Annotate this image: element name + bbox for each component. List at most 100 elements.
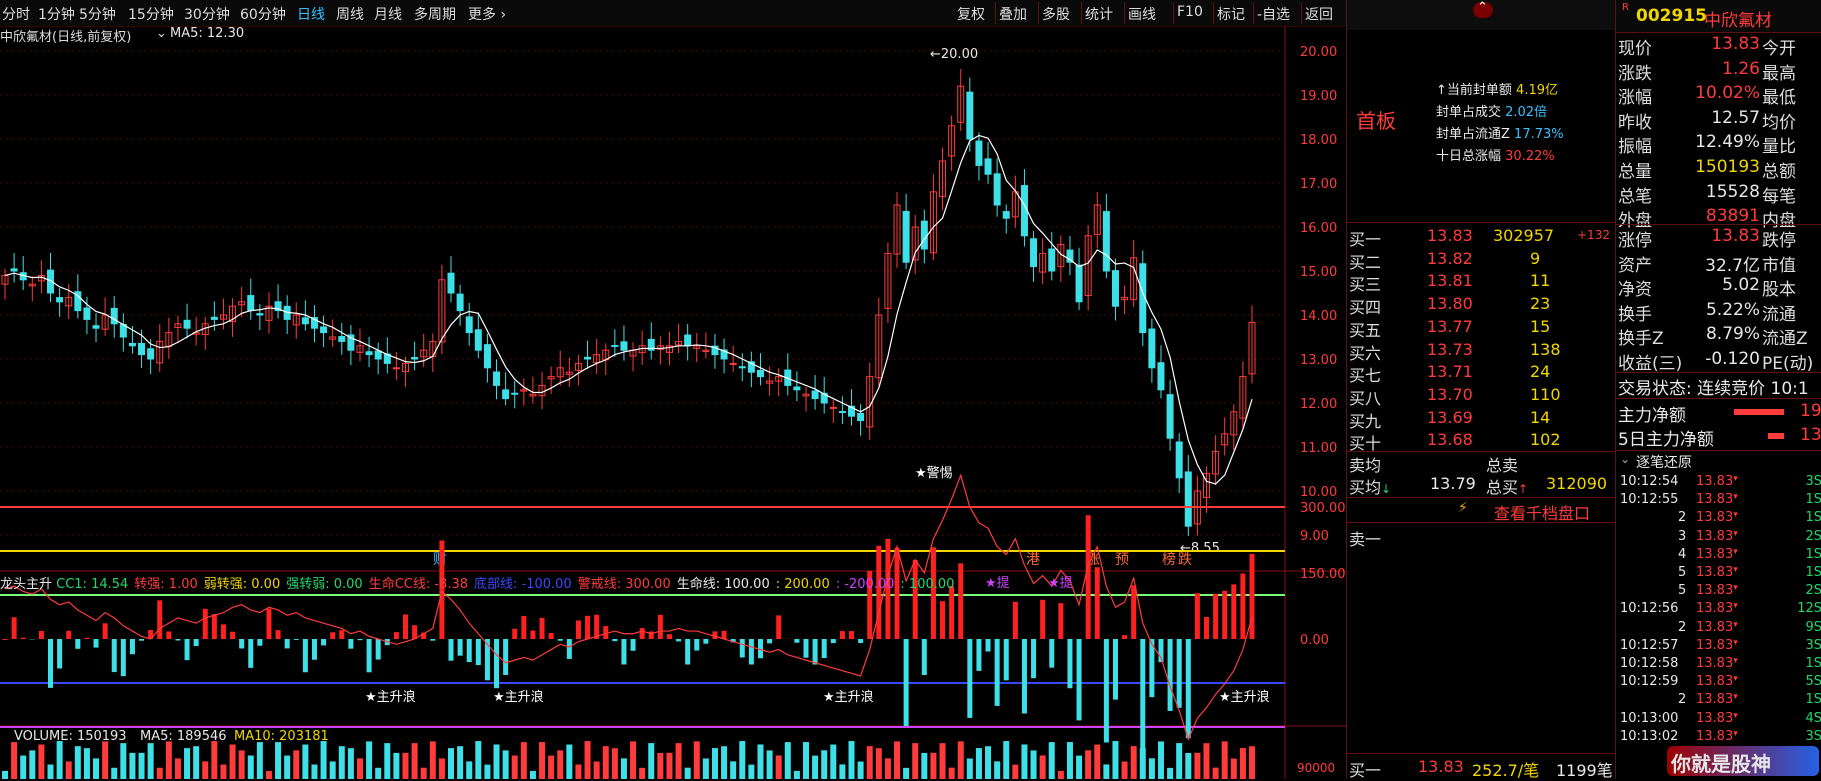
info-item-2: 封单占流通Z 17.73%: [1436, 123, 1564, 142]
quote-row-6: 总笔15528每笔: [1616, 181, 1821, 206]
period-tab-6[interactable]: 日线: [297, 4, 325, 24]
tool-button-0[interactable]: 复权: [957, 4, 985, 24]
indicator-param-7: 生命线: 100.00: [677, 577, 770, 592]
period-tab-1[interactable]: 1分钟: [38, 4, 75, 24]
mark-435: [193, 746, 199, 779]
mark-441: [248, 756, 254, 779]
bid-price: 13.69: [1427, 408, 1473, 427]
mark-344: [621, 639, 626, 664]
price-tick-10: 10.00: [1300, 485, 1337, 500]
tool-button-7[interactable]: -自选: [1257, 4, 1290, 24]
mark-47: [211, 317, 217, 319]
tick-row-9: 10:12:5713.83▾3S: [1616, 638, 1821, 654]
mark-316: [367, 639, 372, 672]
tool-button-6[interactable]: 标记: [1217, 4, 1245, 24]
mark-397: [1104, 639, 1109, 742]
period-tab-5[interactable]: 60分钟: [240, 4, 286, 24]
tool-button-3[interactable]: 统计: [1085, 4, 1113, 24]
mark-369: [849, 631, 854, 639]
mark-333: [521, 616, 526, 639]
tick-row-11: 10:12:5913.83▾5S: [1616, 674, 1821, 690]
mark-327: [467, 639, 472, 662]
period-tab-8[interactable]: 月线: [374, 4, 402, 24]
mark-526: [1021, 744, 1027, 779]
bid-row-8[interactable]: 买九13.6914: [1347, 406, 1597, 429]
period-tab-7[interactable]: 周线: [336, 4, 364, 24]
price-tick-8: 12.00: [1300, 397, 1337, 412]
mark-129: [585, 357, 591, 359]
mark-13: [57, 298, 63, 302]
mark-303: [248, 639, 253, 668]
mark-412: [1240, 573, 1245, 639]
bid-row-1[interactable]: 买二13.829: [1347, 247, 1597, 270]
mark-378: [931, 547, 936, 639]
mark-399: [1122, 635, 1127, 639]
period-tab-4[interactable]: 30分钟: [184, 4, 230, 24]
tool-button-5[interactable]: F10: [1177, 4, 1203, 20]
chevron-down-icon[interactable]: ⌄: [156, 26, 167, 41]
period-tab-3[interactable]: 15分钟: [128, 4, 174, 24]
mark-406: [1186, 639, 1191, 738]
tool-button-1[interactable]: 叠加: [999, 4, 1027, 24]
bid-volume: 302957: [1493, 226, 1554, 245]
quote-value: 10.02%: [1670, 83, 1760, 103]
bid-row-2[interactable]: 买三13.8111: [1347, 269, 1597, 292]
tick-row-0: 10:12:5413.83▾3S: [1616, 474, 1821, 490]
mark-434: [184, 748, 190, 779]
mark-510: [876, 748, 882, 779]
indicator-param-5: 底部线: -100.00: [474, 577, 572, 592]
mark-547: [1213, 768, 1219, 779]
mark-438: [220, 765, 226, 779]
watermark-logo: 你就是股神: [1667, 746, 1819, 776]
tool-button-8[interactable]: 返回: [1305, 4, 1333, 24]
price-tick-7: 13.00: [1300, 353, 1337, 368]
mark-334: [530, 630, 535, 639]
chevron-down-icon[interactable]: ⌄: [1620, 452, 1630, 466]
indicator-marker-3: ★主升浪: [1219, 690, 1270, 705]
mark-490: [694, 741, 700, 779]
mark-548: [1222, 741, 1228, 779]
mark-494: [730, 761, 736, 779]
collapse-bar[interactable]: ⌃: [1347, 0, 1615, 30]
main-net-label: 主力净额: [1618, 401, 1686, 426]
quote-value: 5.22%: [1670, 300, 1760, 320]
quote-row-0: 现价13.83今开: [1616, 33, 1821, 58]
bid-row-6[interactable]: 买七13.7124: [1347, 360, 1597, 383]
mark-504: [821, 750, 827, 779]
period-tab-9[interactable]: 多周期: [414, 4, 456, 24]
quote-label: 资产: [1618, 251, 1652, 276]
mark-29: [129, 343, 135, 345]
chevron-up-icon[interactable]: ⌃: [1477, 0, 1488, 15]
period-tab-0[interactable]: 分时: [2, 4, 30, 24]
bid-price: 13.82: [1427, 249, 1473, 268]
mark-346: [640, 628, 645, 639]
quote-row-4: 振幅12.49%量比: [1616, 131, 1821, 156]
bid-row-0[interactable]: 买一13.83302957+132: [1347, 224, 1597, 247]
mark-527: [1031, 750, 1037, 779]
order-book-bids: 买一13.83302957+132买二13.829买三13.8111买四13.8…: [1347, 224, 1615, 454]
quote2-row-5: 收益(三)-0.120PE(动): [1616, 348, 1821, 373]
mark-337: [558, 639, 563, 641]
mark-375: [904, 639, 909, 726]
bid-row-9[interactable]: 买十13.68102: [1347, 428, 1597, 451]
mark-482: [621, 758, 627, 779]
tool-button-4[interactable]: 画线: [1128, 4, 1156, 24]
mark-306: [276, 630, 281, 639]
mark-483: [630, 741, 636, 779]
bid-row-5[interactable]: 买六13.73138: [1347, 338, 1597, 361]
mark-461: [430, 741, 436, 779]
mark-446: [293, 750, 299, 779]
bid-row-4[interactable]: 买五13.7715: [1347, 315, 1597, 338]
bid-row-7[interactable]: 买八13.70110: [1347, 383, 1597, 406]
period-tab-10[interactable]: 更多 ›: [468, 4, 506, 24]
mark-364: [803, 639, 808, 658]
bid-row-3[interactable]: 买四13.8023: [1347, 292, 1597, 315]
thousand-levels-link[interactable]: 查看千档盘口: [1494, 500, 1590, 524]
tool-button-2[interactable]: 多股: [1042, 4, 1070, 24]
period-tab-2[interactable]: 5分钟: [79, 4, 116, 24]
mark-353: [703, 639, 708, 644]
mark-507: [849, 741, 855, 779]
quote-row-5: 总量150193总额: [1616, 156, 1821, 181]
mark-428: [129, 753, 135, 779]
main-net-value: 19: [1800, 401, 1821, 421]
